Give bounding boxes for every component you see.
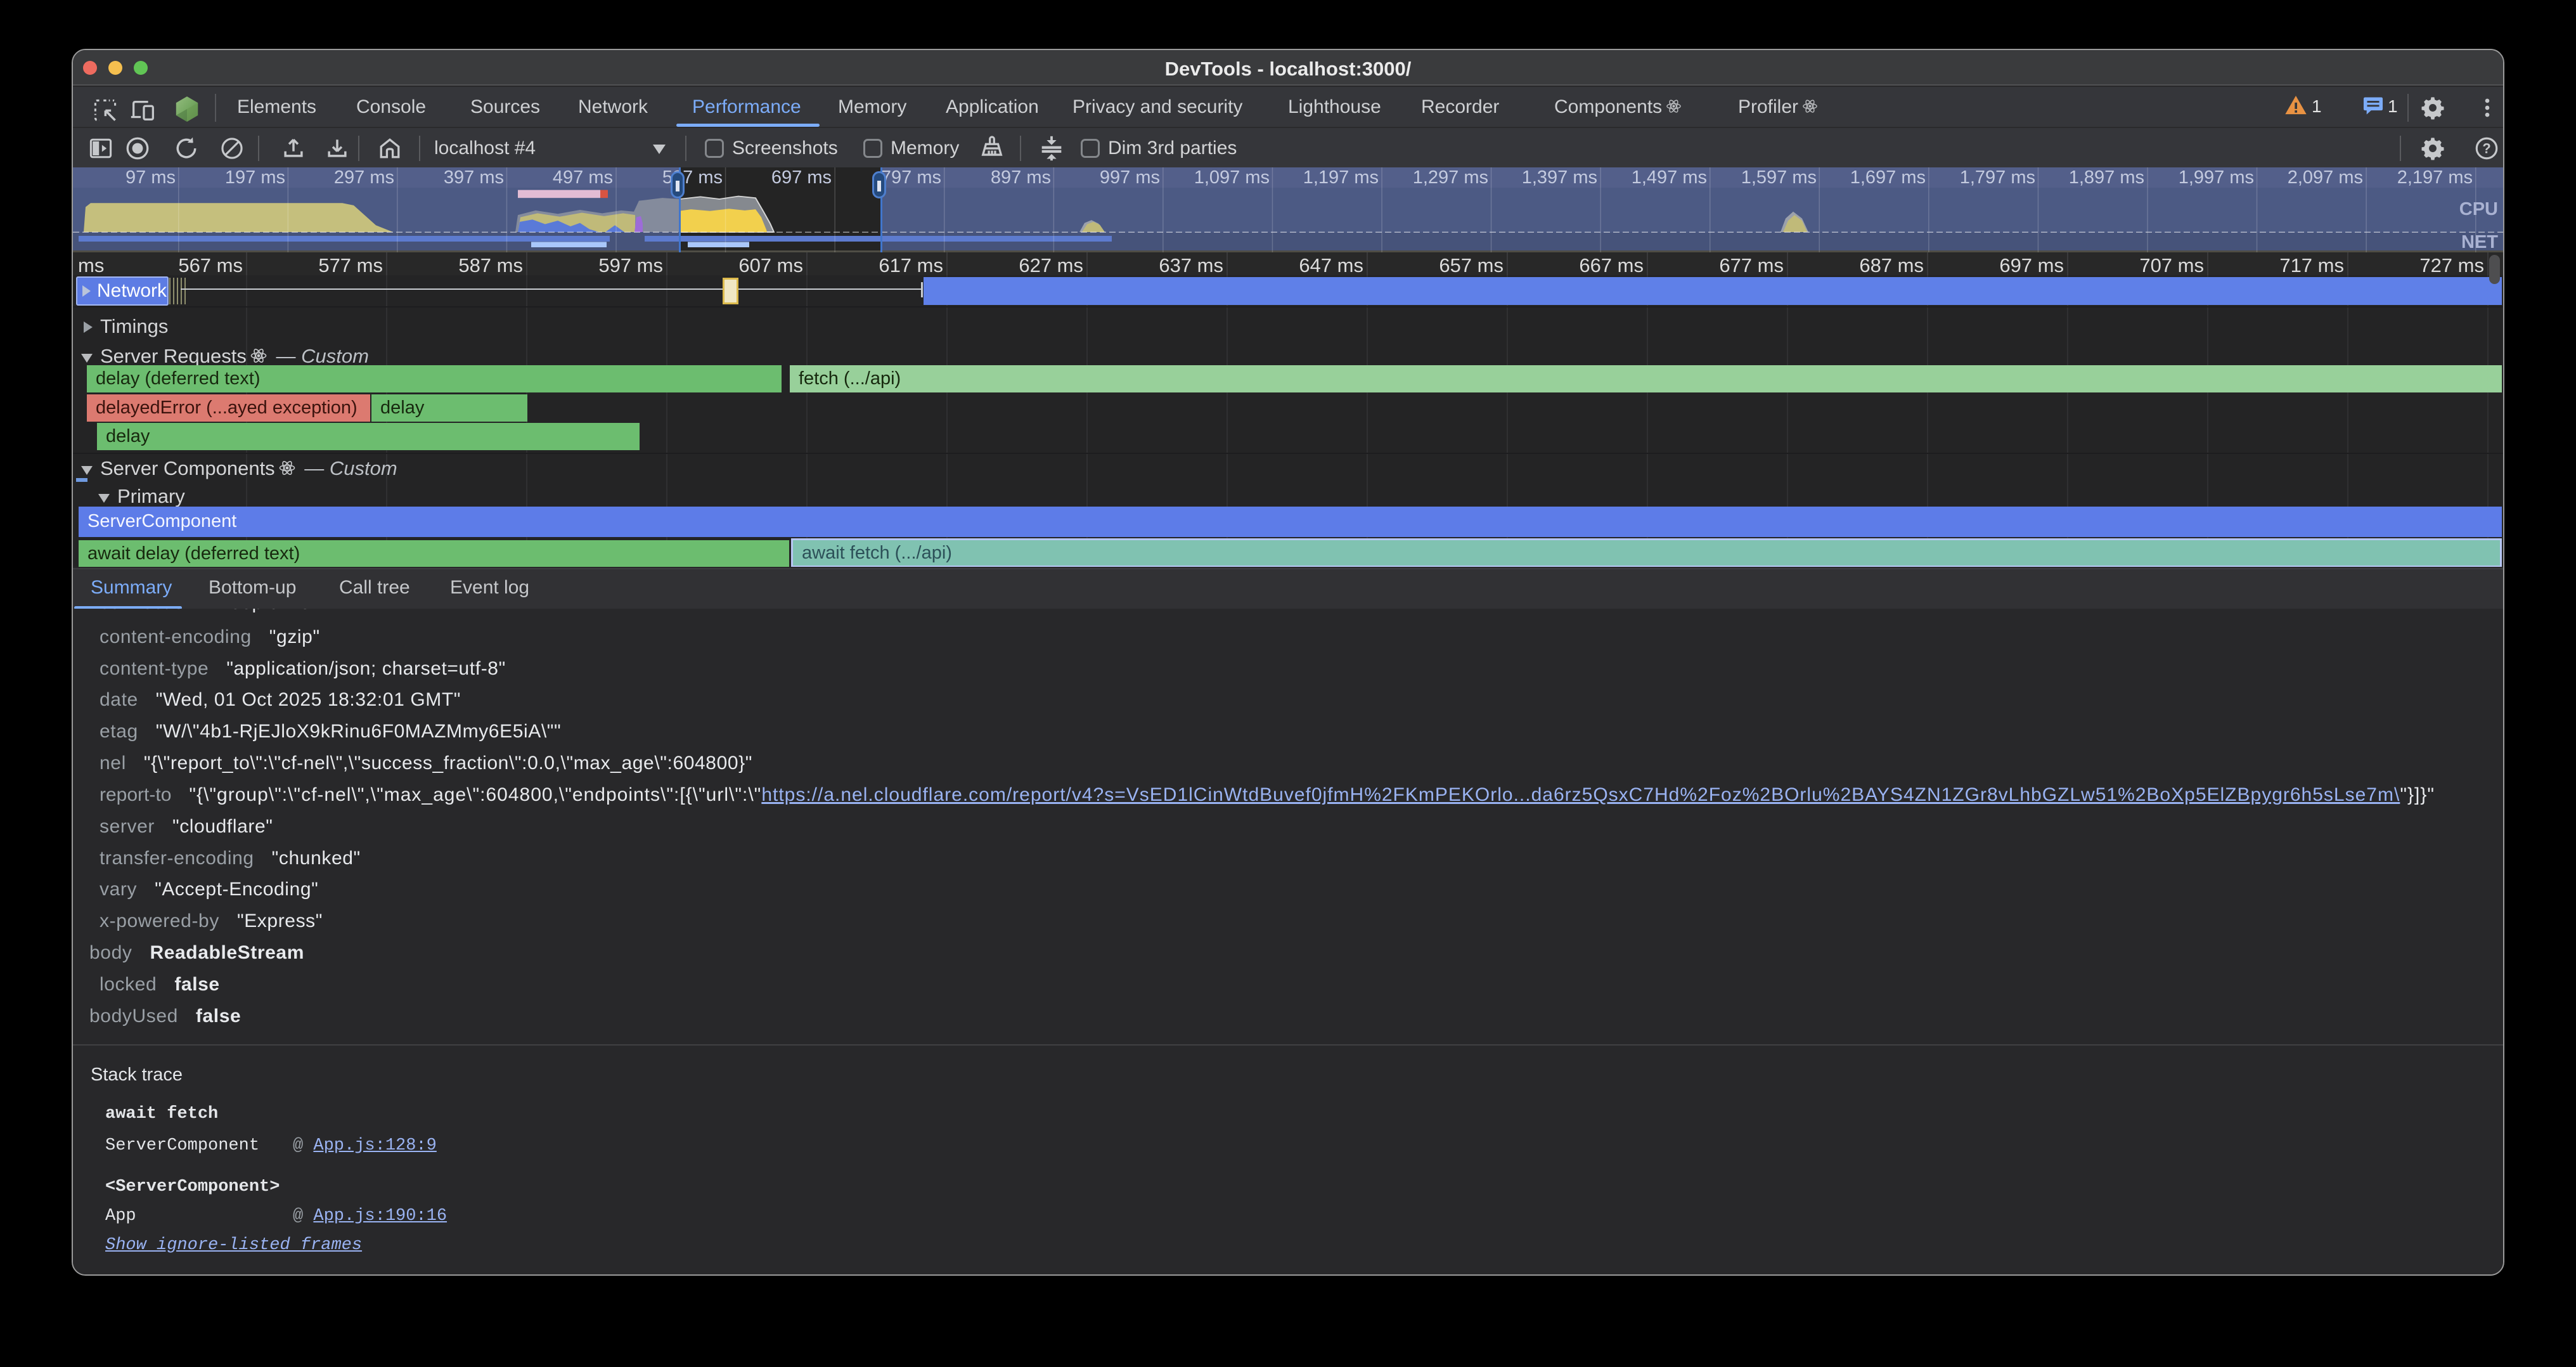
svg-text:?: ? [2482,141,2490,157]
